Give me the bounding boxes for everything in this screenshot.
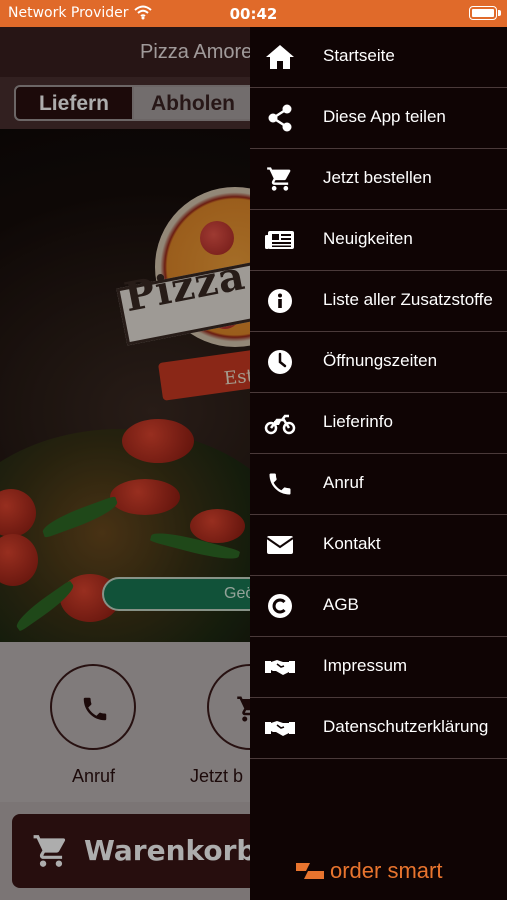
menu-item-agb[interactable]: AGB: [250, 576, 507, 637]
menu-item-imprint[interactable]: Impressum: [250, 637, 507, 698]
copyright-icon: [268, 594, 292, 618]
home-icon: [266, 45, 294, 69]
menu-item-call[interactable]: Anruf: [250, 454, 507, 515]
cart-icon: [267, 167, 291, 191]
menu-item-label: Neuigkeiten: [323, 229, 413, 248]
menu-item-privacy[interactable]: Datenschutzerklärung: [250, 698, 507, 759]
order-smart-logo-icon: [296, 863, 324, 879]
menu-item-contact[interactable]: Kontakt: [250, 515, 507, 576]
menu-item-label: Datenschutzerklärung: [323, 717, 489, 736]
menu-item-order[interactable]: Jetzt bestellen: [250, 149, 507, 210]
menu-item-label: AGB: [323, 595, 359, 614]
menu-item-label: Anruf: [323, 473, 364, 492]
menu-item-label: Impressum: [323, 656, 408, 675]
menu-item-label: Startseite: [323, 46, 395, 65]
handshake-icon: [265, 721, 295, 736]
menu-item-label: Liste aller Zusatzstoffe: [323, 290, 493, 309]
envelope-icon: [266, 536, 294, 554]
menu-item-news[interactable]: Neuigkeiten: [250, 210, 507, 271]
menu-item-label: Öffnungszeiten: [323, 351, 438, 370]
share-icon: [268, 104, 292, 132]
menu-item-opening-hours[interactable]: Öffnungszeiten: [250, 332, 507, 393]
newspaper-icon: [265, 231, 294, 249]
menu-item-label: Kontakt: [323, 534, 381, 553]
status-bar: Network Provider 00:42: [0, 0, 507, 27]
menu-item-label: Lieferinfo: [323, 412, 393, 431]
menu-item-share[interactable]: Diese App teilen: [250, 88, 507, 149]
menu-item-label: Diese App teilen: [323, 107, 446, 126]
menu-item-startseite[interactable]: Startseite: [250, 27, 507, 88]
handshake-icon: [265, 660, 295, 675]
battery-tip: [498, 10, 501, 16]
phone-icon: [269, 473, 291, 495]
menu-item-additives[interactable]: Liste aller Zusatzstoffe: [250, 271, 507, 332]
menu-item-label: Jetzt bestellen: [323, 168, 432, 187]
brand-name: order smart: [330, 858, 443, 883]
motorcycle-icon: [264, 414, 296, 435]
navigation-drawer: Startseite Diese App teilen Jetzt bestel…: [250, 27, 507, 900]
brand-footer: order smart: [294, 857, 464, 887]
battery-icon: [469, 6, 497, 20]
clock-icon: [268, 350, 292, 374]
clock-time: 00:42: [229, 5, 278, 23]
info-icon: [268, 289, 292, 313]
menu-item-delivery-info[interactable]: Lieferinfo: [250, 393, 507, 454]
